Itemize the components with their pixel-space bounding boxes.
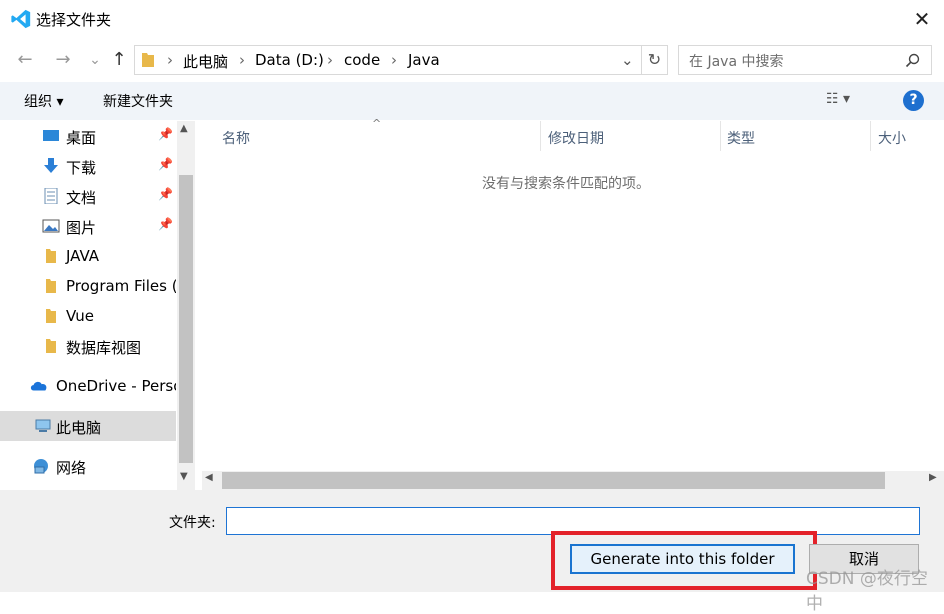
computer-icon — [35, 419, 51, 432]
document-icon — [44, 188, 58, 204]
folder-icon — [46, 249, 56, 263]
folder-icon — [46, 309, 56, 323]
sidebar-item-label: 文档 — [66, 189, 97, 207]
history-dropdown[interactable]: ⌄ — [83, 48, 107, 72]
column-header-size[interactable]: 大小 — [878, 128, 906, 148]
search-input[interactable]: 在 Java 中搜索 — [689, 51, 783, 71]
breadcrumb-data-drive[interactable]: Data (D:) — [255, 51, 324, 69]
view-options-button[interactable]: ☷ ▾ — [826, 91, 850, 107]
folder-icon — [46, 279, 56, 293]
column-header-row: ^ 名称 修改日期 类型 大小 — [197, 117, 944, 153]
column-divider[interactable] — [540, 121, 541, 151]
highlight-annotation-box — [551, 531, 817, 590]
address-bar[interactable]: › 此电脑 › Data (D:) › code › Java ⌄ — [134, 45, 642, 75]
breadcrumb-separator: › — [391, 51, 397, 69]
column-header-type[interactable]: 类型 — [727, 128, 755, 148]
vscode-icon — [11, 9, 31, 29]
breadcrumb-java[interactable]: Java — [408, 51, 440, 69]
sidebar-item-label: 桌面 — [66, 129, 97, 147]
sidebar-item-downloads[interactable]: 下载 📌 — [0, 151, 176, 181]
sidebar-item-label: OneDrive - Perso — [56, 377, 176, 395]
back-button[interactable]: ← — [13, 48, 37, 72]
sidebar-item-label: 下载 — [66, 159, 97, 177]
folder-field-label: 文件夹: — [169, 515, 216, 531]
search-icon[interactable] — [905, 53, 920, 68]
help-icon[interactable]: ? — [903, 90, 924, 111]
cloud-icon — [30, 381, 47, 391]
sidebar-item-label: 此电脑 — [56, 419, 102, 437]
pin-icon: 📌 — [158, 187, 173, 201]
pin-icon: 📌 — [158, 157, 173, 171]
navigation-pane: 桌面 📌 下载 📌 文档 📌 图片 📌 JAVA Program Files (… — [0, 121, 195, 490]
sidebar-item-network[interactable]: 网络 — [0, 451, 176, 481]
sidebar-item-documents[interactable]: 文档 📌 — [0, 181, 176, 211]
pin-icon: 📌 — [158, 217, 173, 231]
sidebar-item-label: Program Files ( — [66, 277, 176, 295]
sidebar-item-vue[interactable]: Vue — [0, 301, 176, 331]
address-dropdown-icon[interactable]: ⌄ — [621, 51, 634, 69]
refresh-button[interactable]: ↻ — [642, 45, 668, 75]
sidebar-item-this-pc[interactable]: 此电脑 — [0, 411, 176, 441]
window-title: 选择文件夹 — [36, 11, 112, 29]
sidebar-item-label: 图片 — [66, 219, 97, 237]
forward-button[interactable]: → — [51, 48, 75, 72]
search-box[interactable]: 在 Java 中搜索 — [678, 45, 932, 75]
picture-icon — [42, 219, 60, 233]
sidebar-item-label: Vue — [66, 307, 94, 325]
new-folder-button[interactable]: 新建文件夹 — [103, 91, 173, 111]
sidebar-item-java[interactable]: JAVA — [0, 241, 176, 271]
download-icon — [44, 158, 58, 173]
column-divider[interactable] — [870, 121, 871, 151]
close-button[interactable]: ✕ — [906, 4, 938, 34]
column-header-modified[interactable]: 修改日期 — [548, 128, 604, 148]
breadcrumb-code[interactable]: code — [344, 51, 380, 69]
empty-folder-message: 没有与搜索条件匹配的项。 — [482, 176, 650, 192]
sidebar-item-label: 网络 — [56, 459, 87, 477]
pin-icon: 📌 — [158, 127, 173, 141]
breadcrumb-this-pc[interactable]: 此电脑 — [183, 51, 228, 72]
network-icon — [34, 459, 48, 474]
breadcrumb-separator: › — [239, 51, 245, 69]
breadcrumb-separator: › — [167, 51, 173, 69]
sidebar-item-db-view[interactable]: 数据库视图 — [0, 331, 176, 361]
sidebar-scroll-thumb[interactable] — [179, 175, 193, 463]
breadcrumb-separator: › — [327, 51, 333, 69]
column-header-name[interactable]: 名称 — [222, 128, 250, 148]
desktop-icon — [43, 130, 59, 141]
watermark: CSDN @夜行空中 — [806, 569, 928, 614]
organize-menu[interactable]: 组织 ▾ — [24, 91, 63, 111]
sidebar-item-onedrive[interactable]: OneDrive - Perso — [0, 371, 176, 401]
sidebar-item-label: 数据库视图 — [66, 339, 142, 357]
sidebar-item-desktop[interactable]: 桌面 📌 — [0, 121, 176, 151]
title-bar — [0, 0, 944, 38]
folder-icon — [46, 339, 56, 353]
horizontal-scroll-thumb[interactable] — [222, 472, 885, 489]
column-divider[interactable] — [720, 121, 721, 151]
sidebar-item-label: JAVA — [66, 247, 100, 265]
folder-icon — [142, 53, 154, 67]
sidebar-item-program-files[interactable]: Program Files ( — [0, 271, 176, 301]
sort-ascending-icon: ^ — [372, 117, 382, 130]
sidebar-item-pictures[interactable]: 图片 📌 — [0, 211, 176, 241]
up-button[interactable]: ↑ — [107, 48, 131, 72]
